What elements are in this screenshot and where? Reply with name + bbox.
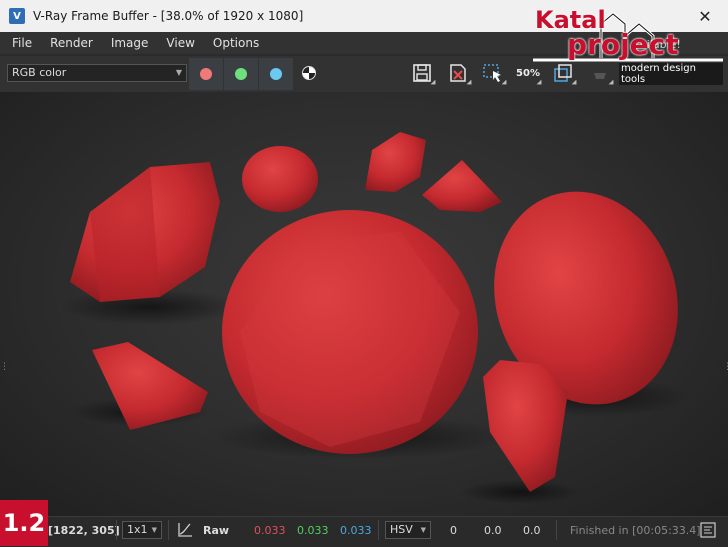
hue-value: 0 bbox=[450, 524, 457, 537]
katalproject-logo: Katal project modern design tools bbox=[533, 6, 723, 85]
value-value: 0.0 bbox=[523, 524, 541, 537]
blue-channel-button[interactable] bbox=[259, 58, 293, 90]
divider bbox=[116, 520, 117, 540]
raw-toggle[interactable]: Raw bbox=[203, 524, 229, 537]
menu-options[interactable]: Options bbox=[207, 36, 265, 50]
red-channel-button[interactable] bbox=[189, 58, 223, 90]
green-dot-icon bbox=[235, 68, 247, 80]
blue-value: 0.033 bbox=[340, 524, 372, 537]
chevron-down-icon: ▼ bbox=[175, 68, 182, 77]
menu-image[interactable]: Image bbox=[105, 36, 155, 50]
menu-file[interactable]: File bbox=[6, 36, 38, 50]
menu-render[interactable]: Render bbox=[44, 36, 99, 50]
pixel-coordinates: [1822, 305] bbox=[48, 524, 120, 537]
render-time-status: Finished in [00:05:33.4] bbox=[570, 524, 701, 537]
clear-image-icon bbox=[450, 64, 466, 82]
red-value: 0.033 bbox=[254, 524, 286, 537]
logo-word-project: project bbox=[567, 28, 679, 61]
monochrome-icon[interactable] bbox=[302, 66, 316, 80]
blue-dot-icon bbox=[270, 68, 282, 80]
logo-tagline: modern design tools bbox=[619, 63, 723, 85]
color-space-select[interactable]: HSV ▼ bbox=[385, 521, 431, 539]
window-title: V-Ray Frame Buffer - [38.0% of 1920 x 10… bbox=[33, 9, 304, 23]
channel-buttons bbox=[189, 58, 294, 90]
divider bbox=[556, 520, 557, 540]
zoom-ratio-select[interactable]: 1x1 ▼ bbox=[122, 521, 162, 539]
chevron-down-icon: ▼ bbox=[420, 526, 426, 534]
zoom-ratio-value: 1x1 bbox=[127, 523, 148, 536]
save-icon bbox=[413, 64, 431, 82]
region-select-icon bbox=[483, 64, 501, 82]
left-panel-handle[interactable]: ⋮ bbox=[0, 362, 9, 392]
red-dot-icon bbox=[200, 68, 212, 80]
channel-select-value: RGB color bbox=[12, 66, 67, 79]
rendered-gems-image bbox=[60, 132, 690, 504]
channel-select[interactable]: RGB color ▼ bbox=[7, 64, 187, 82]
save-button[interactable] bbox=[410, 62, 434, 84]
green-channel-button[interactable] bbox=[224, 58, 258, 90]
region-render-button[interactable] bbox=[481, 62, 505, 84]
clear-image-button[interactable] bbox=[446, 62, 470, 84]
right-panel-handle[interactable]: ⋮ bbox=[723, 362, 728, 392]
menu-view[interactable]: View bbox=[160, 36, 200, 50]
curve-icon bbox=[178, 523, 192, 537]
saturation-value: 0.0 bbox=[484, 524, 502, 537]
vray-app-icon: V bbox=[9, 8, 25, 24]
render-image[interactable]: ⋮ ⋮ bbox=[0, 92, 728, 516]
color-space-value: HSV bbox=[390, 523, 413, 536]
log-icon bbox=[700, 522, 716, 538]
divider bbox=[378, 520, 379, 540]
chevron-down-icon: ▼ bbox=[151, 526, 157, 534]
green-value: 0.033 bbox=[297, 524, 329, 537]
divider bbox=[168, 520, 169, 540]
step-badge: 1.2 bbox=[0, 500, 48, 546]
